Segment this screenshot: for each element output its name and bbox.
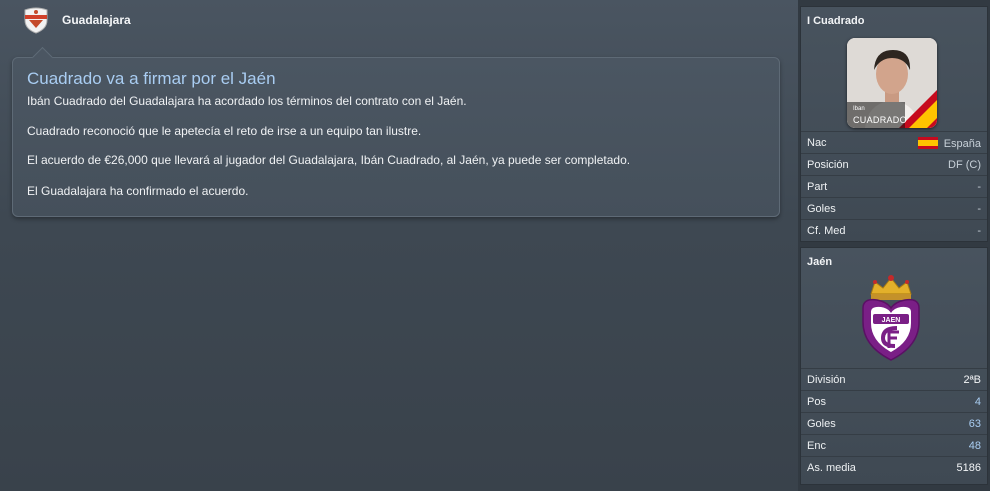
player-stat-row: Nac España	[801, 131, 987, 154]
player-photo[interactable]: Iban CUADRADO	[847, 38, 937, 128]
news-paragraph: El acuerdo de €26,000 que llevará al jug…	[27, 153, 631, 167]
stat-value: -	[977, 225, 981, 237]
photo-last-name: CUADRADO	[853, 115, 907, 125]
stat-value: -	[977, 203, 981, 215]
club-panel-title[interactable]: Jaén	[807, 256, 832, 268]
stat-label: Cf. Med	[807, 225, 846, 237]
spain-flag-icon	[917, 137, 938, 149]
stat-label: As. media	[807, 462, 856, 474]
player-stat-row: Posición DF (C)	[801, 153, 987, 176]
stat-value-nationality[interactable]: España	[917, 137, 981, 150]
player-stat-row: Cf. Med -	[801, 219, 987, 242]
stat-value: -	[977, 181, 981, 193]
stat-value: 48	[968, 440, 981, 452]
stat-value: DF (C)	[948, 159, 981, 171]
stat-label: Pos	[807, 396, 826, 408]
stat-value: 4	[974, 396, 981, 408]
stat-value: 5186	[956, 462, 981, 474]
stat-label: Enc	[807, 440, 826, 452]
news-area: Guadalajara Cuadrado va a firmar por el …	[0, 0, 798, 491]
stat-value: 63	[968, 418, 981, 430]
stat-label: Part	[807, 181, 828, 193]
guadalajara-crest-icon[interactable]	[22, 6, 50, 34]
jaen-crest-icon[interactable]: JAEN	[859, 270, 923, 366]
player-panel-title[interactable]: I Cuadrado	[807, 15, 864, 27]
news-title: Cuadrado va a firmar por el Jaén	[27, 69, 276, 88]
stat-label: Goles	[807, 203, 836, 215]
club-stat-row: As. media 5186	[801, 456, 987, 479]
news-paragraph: Cuadrado reconoció que le apetecía el re…	[27, 124, 422, 138]
news-paragraph: Ibán Cuadrado del Guadalajara ha acordad…	[27, 94, 467, 108]
club-stat-row: Enc 48	[801, 434, 987, 457]
club-stat-row: Pos 4	[801, 390, 987, 413]
news-paragraph: El Guadalajara ha confirmado el acuerdo.	[27, 184, 249, 198]
player-stat-row: Part -	[801, 175, 987, 198]
news-header: Guadalajara	[0, 0, 798, 40]
sidebar: I Cuadrado Iban CUADRADO Nac España Posi…	[798, 0, 990, 491]
player-stat-row: Goles -	[801, 197, 987, 220]
stat-label: Nac	[807, 137, 827, 149]
card-pointer	[31, 46, 54, 69]
player-panel: I Cuadrado Iban CUADRADO Nac España Posi…	[800, 6, 988, 242]
club-stat-row: División 2ªB	[801, 368, 987, 391]
photo-first-name: Iban	[853, 106, 865, 112]
stat-value: 2ªB	[963, 374, 981, 386]
club-stat-row: Goles 63	[801, 412, 987, 435]
news-card: Cuadrado va a firmar por el Jaén Ibán Cu…	[12, 46, 780, 217]
crest-text: JAEN	[882, 317, 901, 324]
stat-label: División	[807, 374, 846, 386]
club-panel: Jaén JAEN División 2ªB Pos 4 Goles 63 En…	[800, 247, 988, 485]
stat-label: Posición	[807, 159, 849, 171]
club-name[interactable]: Guadalajara	[62, 13, 131, 27]
stat-label: Goles	[807, 418, 836, 430]
